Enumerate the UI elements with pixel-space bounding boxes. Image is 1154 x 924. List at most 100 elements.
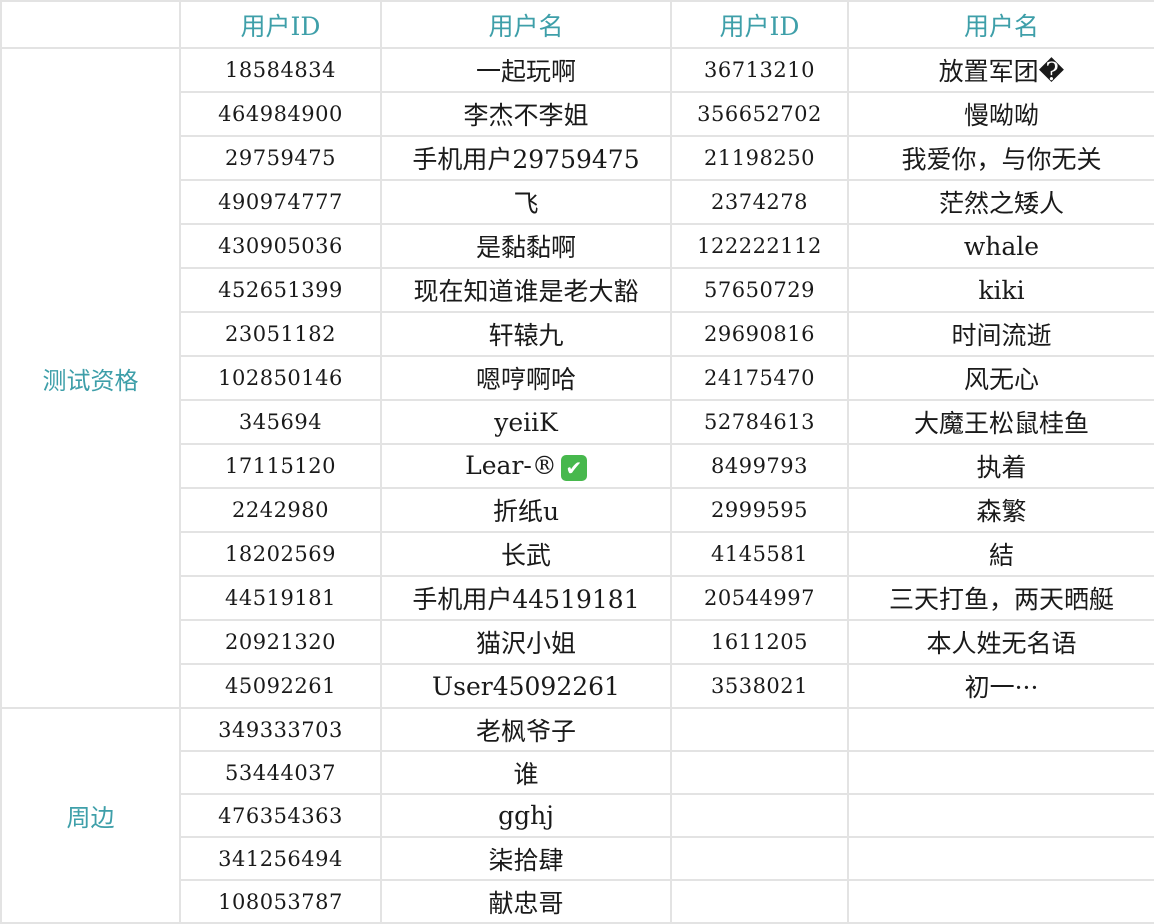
user-id-cell[interactable]: 430905036 <box>179 223 382 269</box>
user-name-cell[interactable]: 是黏黏啊 <box>380 223 672 269</box>
user-id-cell[interactable]: 452651399 <box>179 267 382 313</box>
group-label-cell[interactable]: 测试资格 <box>0 47 181 709</box>
user-name-cell[interactable]: 我爱你，与你无关 <box>847 135 1154 181</box>
user-name-cell[interactable]: 时间流逝 <box>847 311 1154 357</box>
user-id-cell[interactable]: 23051182 <box>179 311 382 357</box>
cell-text: 21198250 <box>704 146 815 170</box>
user-name-cell[interactable]: 折纸u <box>380 487 672 533</box>
cell-text: 8499793 <box>710 454 809 478</box>
cell-text: 2374278 <box>710 190 809 214</box>
cell-text: 44519181 <box>225 586 336 610</box>
user-id-cell[interactable]: 20544997 <box>670 575 849 621</box>
user-name-cell[interactable]: 嗯哼啊哈 <box>380 355 672 401</box>
user-name-cell[interactable]: 本人姓无名语 <box>847 619 1154 665</box>
user-id-cell[interactable]: 122222112 <box>670 223 849 269</box>
corner-cell[interactable] <box>0 0 181 49</box>
user-name-cell[interactable] <box>847 707 1154 752</box>
user-name-cell[interactable]: 献忠哥 <box>380 879 672 924</box>
user-id-cell[interactable]: 18584834 <box>179 47 382 93</box>
user-id-cell[interactable]: 29690816 <box>670 311 849 357</box>
header-user-id-1[interactable]: 用户ID <box>179 0 382 49</box>
group-label-cell[interactable]: 周边 <box>0 707 181 924</box>
user-name-cell[interactable]: 森繁 <box>847 487 1154 533</box>
user-id-cell[interactable] <box>670 707 849 752</box>
user-name-cell[interactable]: 谁 <box>380 750 672 795</box>
user-id-cell[interactable]: 21198250 <box>670 135 849 181</box>
header-user-name-2[interactable]: 用户名 <box>847 0 1154 49</box>
user-id-cell[interactable] <box>670 836 849 881</box>
cell-text: 李杰不李姐 <box>463 101 589 130</box>
user-id-cell[interactable]: 102850146 <box>179 355 382 401</box>
user-name-cell[interactable]: 猫沢小姐 <box>380 619 672 665</box>
user-id-cell[interactable]: 18202569 <box>179 531 382 577</box>
user-name-cell[interactable]: User45092261 <box>380 663 672 709</box>
user-name-cell[interactable]: 风无心 <box>847 355 1154 401</box>
user-name-cell[interactable] <box>847 879 1154 924</box>
user-id-cell[interactable]: 490974777 <box>179 179 382 225</box>
user-id-cell[interactable]: 2999595 <box>670 487 849 533</box>
user-id-cell[interactable]: 52784613 <box>670 399 849 445</box>
user-name-cell[interactable]: 李杰不李姐 <box>380 91 672 137</box>
user-name-cell[interactable]: Lear-® ✔ <box>380 443 672 489</box>
cell-text: 490974777 <box>218 190 343 214</box>
user-id-cell[interactable]: 17115120 <box>179 443 382 489</box>
user-name-cell[interactable]: 轩辕九 <box>380 311 672 357</box>
header-user-id-2[interactable]: 用户ID <box>670 0 849 49</box>
user-name-cell[interactable]: 初一··· <box>847 663 1154 709</box>
user-name-cell[interactable]: yeiiK <box>380 399 672 445</box>
user-name-cell[interactable]: 放置军团� <box>847 47 1154 93</box>
cell-text: 18584834 <box>225 58 336 82</box>
cell-text: 17115120 <box>225 454 336 478</box>
user-id-cell[interactable]: 4145581 <box>670 531 849 577</box>
cell-text: 3538021 <box>710 674 809 698</box>
user-id-cell[interactable]: 20921320 <box>179 619 382 665</box>
user-id-cell[interactable]: 8499793 <box>670 443 849 489</box>
user-id-cell[interactable]: 108053787 <box>179 879 382 924</box>
user-name-cell[interactable]: 长武 <box>380 531 672 577</box>
user-id-cell[interactable]: 24175470 <box>670 355 849 401</box>
user-id-cell[interactable]: 36713210 <box>670 47 849 93</box>
user-id-cell[interactable]: 1611205 <box>670 619 849 665</box>
user-name-cell[interactable]: 茫然之矮人 <box>847 179 1154 225</box>
user-name-cell[interactable]: kiki <box>847 267 1154 313</box>
user-id-cell[interactable] <box>670 793 849 838</box>
header-user-name-1[interactable]: 用户名 <box>380 0 672 49</box>
cell-text: 初一··· <box>964 673 1039 702</box>
cell-text: 4145581 <box>710 542 809 566</box>
user-name-cell[interactable]: 大魔王松鼠桂鱼 <box>847 399 1154 445</box>
user-id-cell[interactable]: 29759475 <box>179 135 382 181</box>
user-id-cell[interactable]: 476354363 <box>179 793 382 838</box>
user-id-cell[interactable]: 349333703 <box>179 707 382 752</box>
cell-text: 122222112 <box>697 234 822 258</box>
user-id-cell[interactable]: 2374278 <box>670 179 849 225</box>
user-name-cell[interactable]: 手机用户44519181 <box>380 575 672 621</box>
user-id-cell[interactable]: 45092261 <box>179 663 382 709</box>
user-name-cell[interactable]: 三天打鱼，两天晒艇 <box>847 575 1154 621</box>
user-id-cell[interactable]: 356652702 <box>670 91 849 137</box>
user-id-cell[interactable] <box>670 879 849 924</box>
user-name-cell[interactable]: 結 <box>847 531 1154 577</box>
user-name-cell[interactable]: 飞 <box>380 179 672 225</box>
user-name-cell[interactable]: 执着 <box>847 443 1154 489</box>
user-id-cell[interactable]: 341256494 <box>179 836 382 881</box>
user-id-cell[interactable]: 3538021 <box>670 663 849 709</box>
user-name-cell[interactable] <box>847 750 1154 795</box>
user-name-cell[interactable] <box>847 836 1154 881</box>
cell-text: 29759475 <box>225 146 336 170</box>
user-id-cell[interactable]: 44519181 <box>179 575 382 621</box>
user-id-cell[interactable]: 2242980 <box>179 487 382 533</box>
user-id-cell[interactable]: 57650729 <box>670 267 849 313</box>
user-name-cell[interactable]: 现在知道谁是老大豁 <box>380 267 672 313</box>
user-name-cell[interactable]: 慢呦呦 <box>847 91 1154 137</box>
user-id-cell[interactable]: 53444037 <box>179 750 382 795</box>
user-id-cell[interactable]: 345694 <box>179 399 382 445</box>
user-name-cell[interactable]: 一起玩啊 <box>380 47 672 93</box>
user-name-cell[interactable]: 手机用户29759475 <box>380 135 672 181</box>
user-id-cell[interactable]: 464984900 <box>179 91 382 137</box>
user-name-cell[interactable]: gghj <box>380 793 672 838</box>
user-name-cell[interactable]: 柒拾肆 <box>380 836 672 881</box>
user-name-cell[interactable]: 老枫爷子 <box>380 707 672 752</box>
user-name-cell[interactable]: whale <box>847 223 1154 269</box>
user-id-cell[interactable] <box>670 750 849 795</box>
user-name-cell[interactable] <box>847 793 1154 838</box>
